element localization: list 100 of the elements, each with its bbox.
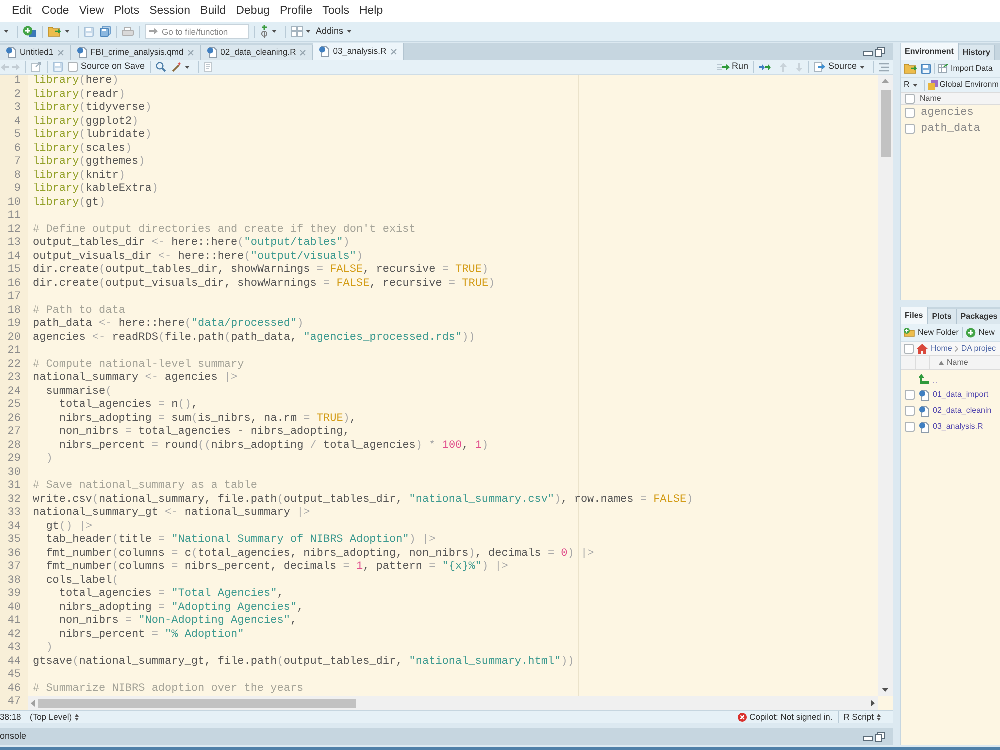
line-number: 19 — [8, 318, 21, 332]
line-number: 40 — [8, 602, 21, 615]
folder-icon[interactable] — [904, 63, 918, 74]
source-button[interactable]: Source — [814, 60, 857, 74]
plus-circle-icon[interactable] — [23, 26, 37, 38]
new-folder-button[interactable]: New Folder — [904, 326, 959, 338]
caret-icon[interactable] — [272, 30, 277, 33]
save-icon[interactable] — [84, 26, 94, 36]
editor-tab[interactable]: 03_analysis.R — [313, 43, 404, 60]
checkbox[interactable] — [905, 108, 915, 118]
file-type-dropdown[interactable]: R Script — [844, 710, 881, 724]
menu-item[interactable]: Debug — [236, 4, 270, 18]
wand-icon[interactable] — [172, 62, 182, 72]
caret-icon[interactable] — [912, 84, 918, 86]
menu-item[interactable]: Edit — [12, 4, 32, 18]
plus-circle-icon[interactable] — [966, 328, 976, 338]
checkbox[interactable] — [905, 124, 915, 134]
menu-item[interactable]: Code — [42, 4, 70, 18]
parent-directory-link[interactable]: .. — [933, 372, 938, 386]
chevrons-up-down-icon[interactable] — [877, 714, 881, 720]
file-link[interactable]: 01_data_import — [933, 389, 989, 401]
save-icon[interactable] — [921, 64, 931, 74]
checkbox[interactable] — [905, 406, 915, 416]
line-number: 25 — [8, 399, 21, 412]
environment-dropdown[interactable]: Global Environm — [928, 79, 999, 91]
printer-icon[interactable] — [122, 26, 134, 36]
caret-icon[interactable] — [65, 30, 70, 33]
close-icon[interactable] — [390, 48, 397, 54]
new-file-button[interactable]: New — [966, 326, 995, 338]
save-all-icon[interactable] — [100, 26, 111, 37]
caret-up-icon[interactable] — [882, 79, 889, 83]
chevrons-up-down-icon[interactable] — [75, 714, 80, 720]
file-link[interactable]: 03_analysis.R — [933, 421, 984, 433]
caret-icon[interactable] — [185, 66, 190, 68]
editor-tab[interactable]: Untitled1 — [0, 45, 71, 60]
menu-item[interactable]: Plots — [114, 4, 140, 18]
menu-item[interactable]: Build — [200, 4, 226, 18]
checkbox[interactable] — [68, 62, 78, 72]
checkbox[interactable] — [905, 94, 915, 104]
checkbox[interactable] — [905, 390, 915, 400]
double-arrow-icon[interactable] — [759, 64, 772, 70]
pane-tab[interactable]: Environment — [901, 43, 959, 60]
editor-tab[interactable]: FBI_crime_analysis.qmd — [70, 45, 201, 60]
caret-left-icon[interactable] — [31, 700, 35, 706]
run-button[interactable]: Run — [716, 60, 748, 74]
search-field[interactable]: Go to file/function — [145, 24, 249, 39]
close-icon[interactable] — [58, 50, 64, 56]
column-header[interactable]: Name — [947, 356, 968, 368]
pane-tab[interactable]: Files — [901, 307, 928, 324]
folder-plus-icon[interactable] — [904, 328, 915, 337]
maximize-icon[interactable] — [875, 46, 885, 56]
vertical-scrollbar[interactable] — [878, 75, 893, 696]
pane-tab[interactable]: History — [958, 45, 996, 60]
caret-icon[interactable] — [306, 30, 311, 33]
search-icon[interactable] — [156, 62, 166, 72]
menu-item[interactable]: Tools — [322, 4, 350, 18]
breadcrumb-link[interactable]: DA projec — [961, 342, 996, 354]
arrow-up-icon[interactable] — [919, 374, 929, 384]
addins-button[interactable]: Addins — [316, 24, 355, 38]
close-icon[interactable] — [300, 50, 306, 56]
folder-icon[interactable] — [48, 26, 62, 37]
caret-icon[interactable] — [4, 30, 9, 33]
menu-item[interactable]: Help — [359, 4, 384, 18]
pane-tab[interactable]: Packages — [956, 309, 1000, 324]
page-icon[interactable] — [204, 62, 212, 72]
table-icon[interactable] — [938, 64, 949, 73]
caret-icon[interactable] — [346, 30, 352, 33]
window-icon[interactable] — [31, 62, 42, 72]
stack-icon[interactable] — [928, 80, 938, 90]
language-dropdown[interactable]: R — [904, 79, 921, 91]
menu-item[interactable]: View — [79, 4, 104, 18]
horizontal-scrollbar[interactable] — [28, 696, 878, 710]
checkbox[interactable] — [904, 344, 914, 354]
sort-up-icon[interactable] — [939, 360, 944, 364]
caret-icon[interactable] — [860, 66, 865, 68]
file-link[interactable]: 02_data_cleanin — [933, 405, 992, 417]
checkbox[interactable] — [905, 422, 915, 432]
arrow-right-icon[interactable] — [716, 64, 730, 70]
list-icon[interactable] — [879, 62, 889, 72]
chevron-right-icon — [955, 346, 958, 352]
pane-tab[interactable]: Plots — [928, 309, 957, 324]
editor-tab[interactable]: 02_data_cleaning.R — [200, 45, 314, 60]
restore-icon[interactable] — [875, 732, 885, 742]
scope-dropdown[interactable]: (Top Level) — [30, 710, 80, 724]
save-icon[interactable] — [53, 62, 63, 72]
plus-icon[interactable] — [260, 25, 269, 38]
caret-down-icon[interactable] — [882, 688, 889, 692]
scrollbar-thumb[interactable] — [38, 698, 356, 708]
menu-item[interactable]: Profile — [280, 4, 313, 18]
checkbox-label[interactable]: Source on Save — [81, 60, 146, 74]
menu-item[interactable]: Session — [150, 4, 191, 18]
caret-right-icon[interactable] — [871, 700, 875, 706]
code-line: library(scales) — [33, 142, 132, 156]
page-arrow-icon[interactable] — [814, 62, 826, 72]
close-icon[interactable] — [188, 50, 194, 56]
home-icon[interactable] — [917, 344, 928, 354]
pane-title[interactable]: onsole — [0, 730, 27, 744]
code-line: # Define output directories and create if they don't exist — [33, 224, 416, 237]
scrollbar-thumb[interactable] — [880, 90, 890, 157]
breadcrumb-link[interactable]: Home — [931, 342, 952, 354]
